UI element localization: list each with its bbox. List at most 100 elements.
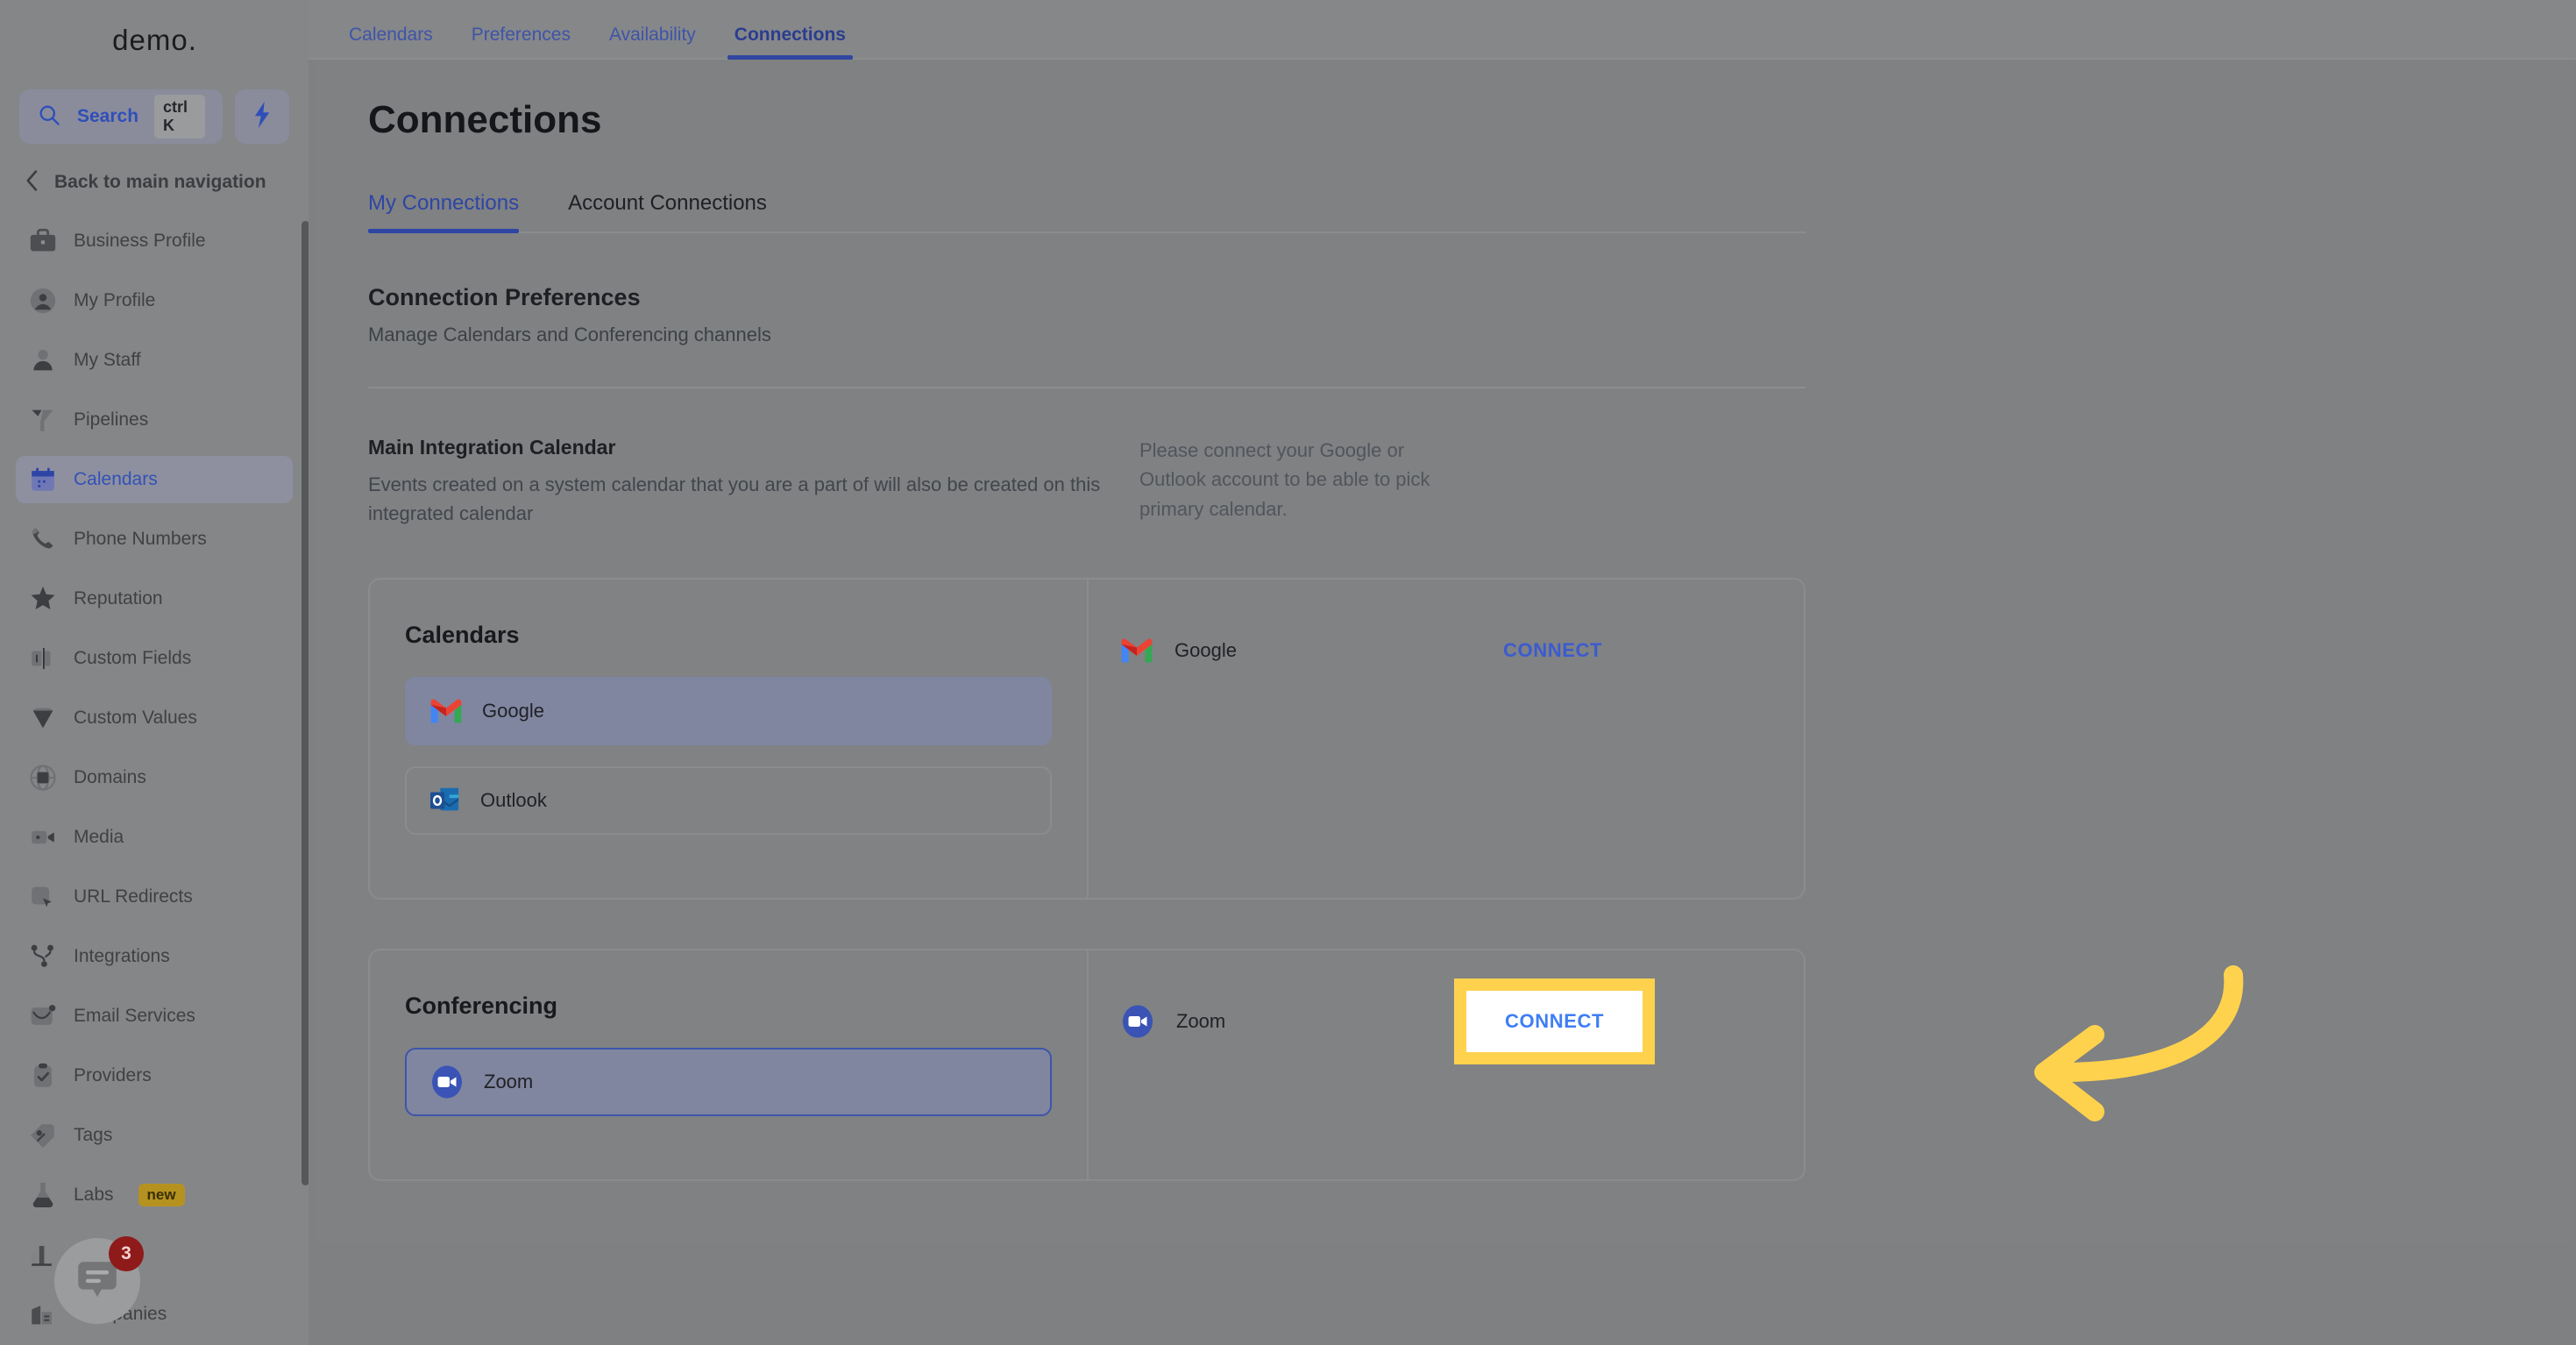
sidebar-item-providers[interactable]: Providers (16, 1052, 293, 1099)
labs-new-badge: new (138, 1184, 185, 1206)
app-root: demo. Search ctrl K Back to main navigat… (0, 0, 2576, 1345)
sidebar-nav-list: Business Profile My Profile My Staff Pip… (0, 214, 309, 1345)
main-integration-calendar-description: Events created on a system calendar that… (368, 473, 1101, 525)
connection-preferences-title: Connection Preferences (368, 284, 641, 310)
sidebar-item-label: Media (74, 827, 124, 847)
sidebar-item-label: URL Redirects (74, 886, 193, 907)
calendar-icon (32, 467, 54, 491)
quick-actions-button[interactable] (235, 89, 289, 144)
sidebar-item-pipelines[interactable]: Pipelines (16, 396, 293, 444)
sidebar-item-business-profile[interactable]: Business Profile (16, 217, 293, 265)
sidebar-item-label: Custom Fields (74, 648, 192, 668)
option-google[interactable]: Google (405, 676, 1052, 745)
back-to-main-navigation[interactable]: Back to main navigation (0, 151, 309, 214)
top-tab-bar: Calendars Preferences Availability Conne… (309, 0, 2576, 60)
tab-preferences[interactable]: Preferences (452, 25, 590, 58)
flask-icon (32, 1182, 53, 1208)
sidebar-item-calendars[interactable]: Calendars (16, 456, 293, 503)
connection-name: Google (1174, 638, 1237, 661)
sidebar-item-phone-numbers[interactable]: Phone Numbers (16, 516, 293, 563)
integrations-icon (31, 944, 53, 967)
sidebar-item-domains[interactable]: Domains (16, 754, 293, 801)
gmail-icon (1121, 638, 1153, 663)
connection-preferences-subtitle: Manage Calendars and Conferencing channe… (368, 324, 771, 345)
brand-logo: demo. (0, 0, 309, 81)
sidebar-item-label: Tags (74, 1125, 113, 1145)
page-title: Connections (368, 98, 602, 141)
conferencing-panel-heading: Conferencing (405, 992, 558, 1019)
sidebar-item-tags[interactable]: Tags (16, 1112, 293, 1159)
sidebar-item-reputation[interactable]: Reputation (16, 575, 293, 623)
content-card: Connections My Connections Account Conne… (316, 60, 2570, 1243)
search-label: Search (77, 106, 139, 126)
video-camera-icon (32, 830, 54, 844)
connection-preferences-section: Connection Preferences Manage Calendars … (368, 284, 2570, 346)
option-label: Outlook (480, 788, 547, 811)
tab-my-connections[interactable]: My Connections (368, 191, 538, 233)
lightning-bolt-icon (251, 101, 273, 132)
sidebar-item-email-services[interactable]: Email Services (16, 993, 293, 1040)
clipboard-check-icon (34, 1063, 52, 1087)
sidebar-item-label: My Profile (74, 290, 156, 310)
gmail-icon (430, 699, 462, 723)
option-label: Zoom (484, 1070, 534, 1092)
sidebar-item-label: My Staff (74, 350, 141, 370)
tab-availability[interactable]: Availability (590, 25, 715, 58)
sidebar-item-label: Custom Values (74, 708, 197, 728)
sidebar-item-label: Email Services (74, 1006, 195, 1026)
brand-dot: . (188, 24, 196, 56)
sidebar-item-label: Business Profile (74, 231, 206, 251)
main-integration-calendar-info: Main Integration Calendar Events created… (368, 436, 1139, 529)
sidebar-item-my-staff[interactable]: My Staff (16, 337, 293, 384)
funnel-icon (32, 409, 53, 431)
sidebar-item-integrations[interactable]: Integrations (16, 933, 293, 980)
briefcase-icon (30, 228, 56, 252)
search-input[interactable]: Search ctrl K (19, 89, 223, 144)
brand-name: demo (112, 24, 188, 56)
diamond-icon (32, 708, 53, 729)
zoom-icon (432, 1065, 462, 1099)
option-outlook[interactable]: Outlook (405, 765, 1052, 835)
calendars-panel-heading: Calendars (405, 621, 520, 648)
sidebar-item-custom-values[interactable]: Custom Values (16, 694, 293, 742)
conferencing-panel: Conferencing Zoom Zoom CONNECT (368, 948, 1806, 1181)
tab-connections[interactable]: Connections (715, 25, 865, 60)
connect-button-zoom[interactable]: CONNECT (1505, 1010, 1604, 1033)
search-shortcut: ctrl K (154, 95, 205, 139)
globe-icon (30, 765, 56, 791)
redirect-icon (32, 886, 52, 907)
sidebar-item-labs[interactable]: Labs new (16, 1171, 293, 1219)
sidebar-item-label: Reputation (74, 588, 163, 608)
sidebar-item-label: Phone Numbers (74, 529, 207, 549)
phone-icon (32, 528, 53, 549)
connection-name: Zoom (1176, 1009, 1226, 1032)
star-icon (31, 586, 55, 610)
sidebar-item-my-profile[interactable]: My Profile (16, 277, 293, 324)
calendars-panel-options: Calendars Google Outlook (370, 579, 1089, 898)
option-label: Google (482, 699, 544, 722)
chat-unread-badge: 3 (109, 1236, 144, 1271)
tab-calendars[interactable]: Calendars (330, 25, 452, 58)
main-area: Calendars Preferences Availability Conne… (309, 0, 2576, 1345)
back-label: Back to main navigation (54, 172, 266, 192)
chat-widget-button[interactable]: 3 (54, 1236, 144, 1324)
calendars-panel-connection: Google CONNECT (1089, 580, 1804, 898)
connect-button-google[interactable]: CONNECT (1503, 639, 1602, 662)
sidebar-scrollbar[interactable] (302, 221, 309, 1185)
sidebar-item-custom-fields[interactable]: Custom Fields (16, 635, 293, 682)
zoom-icon (1123, 1005, 1153, 1038)
tag-icon (30, 1124, 54, 1149)
tab-account-connections[interactable]: Account Connections (568, 191, 786, 231)
option-zoom[interactable]: Zoom (405, 1047, 1052, 1116)
custom-fields-icon (32, 647, 51, 670)
sidebar-item-url-redirects[interactable]: URL Redirects (16, 873, 293, 921)
person-icon (33, 349, 53, 371)
envelope-icon (31, 1005, 56, 1025)
chevron-left-icon (23, 169, 42, 196)
sidebar-item-label: Providers (74, 1065, 152, 1085)
sidebar-item-media[interactable]: Media (16, 814, 293, 861)
user-circle-icon (30, 288, 56, 314)
outlook-icon (430, 787, 459, 811)
building-icon (32, 1306, 52, 1325)
sidebar-search-row: Search ctrl K (0, 89, 309, 144)
